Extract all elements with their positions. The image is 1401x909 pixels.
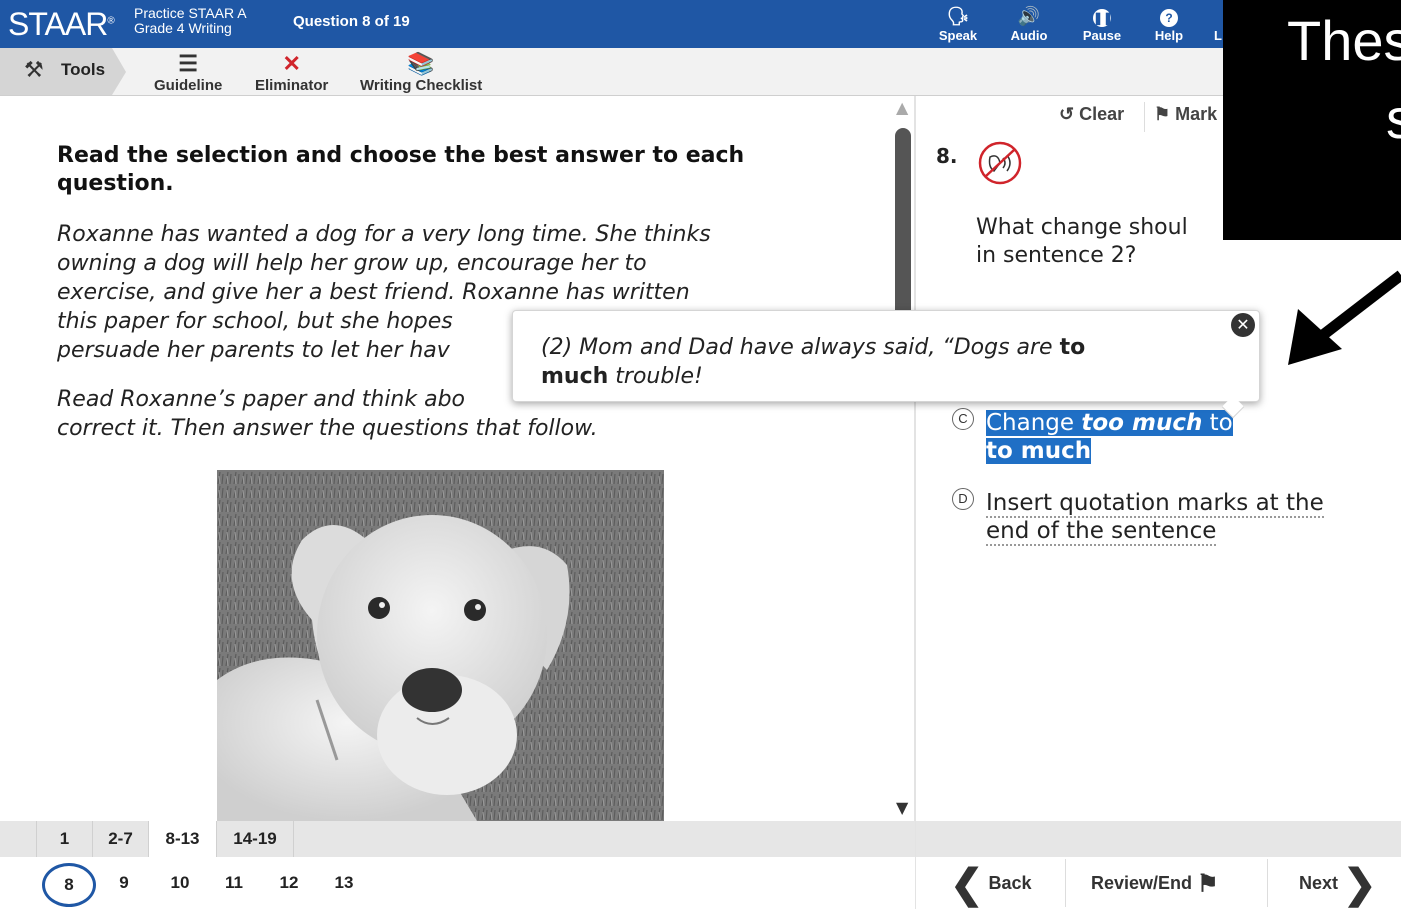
writing-checklist-icon: 📚: [407, 51, 435, 76]
option-c-part: Change: [986, 410, 1082, 436]
staar-test-window: STAAR® Practice STAAR A Grade 4 Writing …: [0, 0, 1401, 909]
tools-icon: ⚒: [24, 58, 44, 83]
option-d-line: Insert quotation marks at the: [986, 490, 1324, 518]
passage-pane: Read the selection and choose the best a…: [0, 96, 890, 821]
next-label: Next: [1299, 873, 1339, 893]
mark-label: Mark: [1175, 104, 1218, 124]
guideline-button[interactable]: ☰ Guideline: [154, 50, 222, 94]
flag-icon: ⚑: [1154, 104, 1171, 124]
close-circle-icon[interactable]: ✕: [1231, 313, 1255, 337]
clear-label: Clear: [1079, 104, 1125, 124]
navigation-bar: ❮ Back Review/End ⚑ Next ❯: [916, 857, 1401, 909]
option-d-text[interactable]: Insert quotation marks at the end of the…: [986, 489, 1324, 546]
eliminator-x-icon: ✕: [282, 51, 301, 76]
clipped-label: L: [1214, 28, 1222, 43]
help-icon: ?: [1160, 9, 1178, 27]
help-button[interactable]: ? Help: [1139, 4, 1199, 43]
audio-button[interactable]: 🔊 Audio: [999, 4, 1059, 43]
scroll-up-arrow-icon[interactable]: ▲: [896, 98, 908, 117]
question-button-9[interactable]: 9: [110, 857, 138, 909]
option-d-letter[interactable]: D: [952, 488, 974, 510]
question-button-13[interactable]: 13: [326, 857, 362, 909]
guideline-label: Guideline: [154, 77, 223, 94]
group-tab-2-7[interactable]: 2-7: [92, 821, 148, 857]
clear-icon: ↺: [1059, 104, 1075, 124]
popup-bold-word: much: [541, 364, 609, 389]
back-button[interactable]: ❮ Back: [950, 857, 1032, 909]
pause-button[interactable]: ❚❚ Pause: [1072, 4, 1132, 43]
question-button-10[interactable]: 10: [162, 857, 198, 909]
back-chevron-icon: ❮: [950, 862, 984, 907]
option-c-line2: to much: [986, 438, 1092, 464]
tools-label: Tools: [61, 60, 106, 79]
next-chevron-icon: ❯: [1343, 862, 1377, 907]
option-c-text[interactable]: Change too much to to much: [986, 409, 1233, 465]
group-tab-14-19[interactable]: 14-19: [216, 821, 294, 857]
toolbar: ⚒ Tools ☰ Guideline ✕ Eliminator 📚 Writi…: [0, 48, 1401, 96]
test-grade: Grade 4 Writing: [134, 20, 232, 36]
scroll-thumb[interactable]: [895, 128, 911, 328]
annotation-arrow-icon: [1288, 270, 1401, 365]
writing-checklist-label: Writing Checklist: [360, 77, 483, 94]
audio-label: Audio: [1010, 28, 1048, 43]
speak-icon: 🗣: [946, 6, 970, 26]
writing-checklist-button[interactable]: 📚 Writing Checklist: [360, 50, 482, 94]
question-button-8-current[interactable]: 8: [42, 863, 96, 907]
passage-line: owning a dog will help her grow up, enco…: [57, 251, 647, 276]
next-button[interactable]: Next ❯: [1299, 857, 1377, 909]
no-speak-icon[interactable]: [976, 141, 1024, 185]
question-number-row: 8 9 10 11 12 13: [0, 857, 915, 909]
popup-text-part: trouble!: [608, 364, 703, 389]
option-c-letter[interactable]: C: [952, 408, 974, 430]
review-end-button[interactable]: Review/End ⚑: [1091, 857, 1219, 909]
eliminator-button[interactable]: ✕ Eliminator: [255, 50, 328, 94]
question-button-12[interactable]: 12: [271, 857, 307, 909]
nav-separator: [1267, 859, 1268, 907]
top-bar: STAAR® Practice STAAR A Grade 4 Writing …: [0, 0, 1401, 48]
back-label: Back: [988, 873, 1032, 893]
labrador-puppy-photo: [217, 470, 664, 821]
question-number: 8.: [936, 144, 958, 168]
popup-bold-word: to: [1059, 335, 1086, 360]
option-d-line: end of the sentence: [986, 518, 1217, 546]
popup-sentence: (2) Mom and Dad have always said, “Dogs …: [541, 333, 1201, 391]
passage-instruction: Read the selection and choose the best a…: [57, 143, 745, 196]
sentence-popup: (2) Mom and Dad have always said, “Dogs …: [512, 310, 1260, 419]
overlay-text-line-1: Thes: [1287, 9, 1401, 72]
group-tab-8-13[interactable]: 8-13: [148, 821, 216, 857]
group-tab-1[interactable]: 1: [36, 821, 92, 857]
puppy-illustration: [217, 470, 664, 821]
flag-icon: ⚑: [1197, 870, 1219, 898]
help-label: Help: [1154, 28, 1184, 43]
question-counter: Question 8 of 19: [293, 13, 410, 30]
question-group-tabs: 1 2-7 8-13 14-19: [0, 821, 915, 857]
eliminator-label: Eliminator: [255, 77, 329, 94]
annotation-overlay: Thes s: [1223, 0, 1401, 240]
mark-button[interactable]: ⚑ Mark: [1154, 104, 1217, 125]
guideline-icon: ☰: [178, 51, 199, 76]
passage-line: Roxanne has wanted a dog for a very long…: [57, 222, 711, 247]
passage-scrollbar[interactable]: ▲ ▼: [892, 96, 914, 821]
nav-separator: [1065, 859, 1066, 907]
speak-label: Speak: [938, 28, 978, 43]
scroll-down-arrow-icon[interactable]: ▼: [896, 798, 908, 817]
passage-line: correct it. Then answer the questions th…: [57, 416, 598, 441]
toolbar-separator: [1144, 102, 1145, 132]
pause-label: Pause: [1082, 28, 1122, 43]
option-c-emphasis: too much: [1081, 410, 1203, 436]
question-button-11[interactable]: 11: [216, 857, 252, 909]
staar-logo: STAAR®: [8, 6, 115, 42]
popup-text-part: (2) Mom and Dad have always said, “Dogs …: [541, 335, 1060, 360]
test-name: Practice STAAR A: [134, 5, 247, 21]
passage-line: exercise, and give her a best friend. Ro…: [57, 280, 690, 305]
tools-button[interactable]: ⚒ Tools: [0, 48, 126, 95]
clear-button[interactable]: ↺ Clear: [1059, 104, 1124, 125]
review-end-label: Review/End: [1091, 873, 1193, 893]
overlay-text-line-2: s: [1386, 87, 1401, 150]
audio-icon: 🔊: [1017, 6, 1041, 26]
pause-icon: ❚❚: [1093, 9, 1114, 27]
test-title: Practice STAAR A Grade 4 Writing: [134, 6, 247, 36]
speak-button[interactable]: 🗣 Speak: [928, 4, 988, 43]
nav-strip: [916, 821, 1401, 857]
